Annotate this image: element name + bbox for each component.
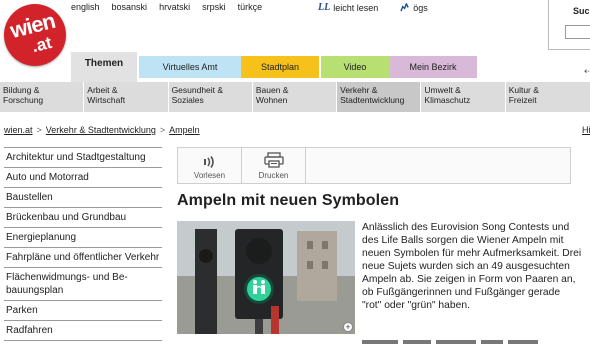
logo-text-at: .at [29, 32, 54, 57]
language-links: english bosanski hrvatski srpski türkçe [71, 2, 262, 12]
search-label: Such [573, 6, 590, 16]
category-label-line1: Kultur & [508, 85, 539, 95]
category-arbeit-wirtschaft[interactable]: Arbeit & Wirtschaft [84, 82, 169, 112]
breadcrumb-home[interactable]: wien.at [4, 125, 33, 135]
lang-english[interactable]: english [71, 2, 100, 12]
external-link-icon: ⇠ [584, 66, 590, 76]
category-label-line2: Soziales [171, 95, 204, 105]
tab-stadtplan[interactable]: Stadtplan [241, 56, 319, 78]
page-toolbar: Vorlesen Drucken [177, 147, 571, 184]
lang-srpski[interactable]: srpski [202, 2, 226, 12]
category-label-line1: Verkehr & [340, 85, 378, 95]
breadcrumb-separator: > [159, 125, 166, 135]
sign-language-icon [400, 3, 410, 12]
printer-icon [263, 152, 284, 168]
traffic-light-illustration [177, 221, 355, 334]
category-label-line1: Bildung & [3, 85, 40, 95]
print-label: Drucken [258, 171, 289, 180]
lang-hrvatski[interactable]: hrvatski [159, 2, 190, 12]
zoom-icon[interactable]: + [343, 322, 353, 332]
tab-mein-bezirk[interactable]: Mein Bezirk [389, 56, 477, 78]
category-nav: Bildung & Forschung Arbeit & Wirtschaft … [0, 82, 590, 112]
tab-virtuelles-amt[interactable]: Virtuelles Amt [139, 56, 241, 78]
speaker-icon [203, 156, 214, 168]
breadcrumb: wien.at > Verkehr & Stadtentwicklung > A… [4, 125, 200, 135]
sidebar-item-flaechenwidmung[interactable]: Flächenwidmungs- und Be-bauungsplan [4, 268, 162, 301]
lang-bosanski[interactable]: bosanski [112, 2, 148, 12]
category-label-line2: Freizeit [508, 95, 537, 105]
sign-language-link[interactable]: ögs [400, 3, 428, 13]
page-title: Ampeln mit neuen Symbolen [177, 192, 400, 209]
easy-read-link[interactable]: LL leicht lesen [318, 2, 378, 13]
tab-themen[interactable]: Themen [71, 52, 137, 82]
print-button[interactable]: Drucken [242, 148, 306, 183]
tab-video[interactable]: Video [321, 56, 389, 78]
sidebar-item-radfahren[interactable]: Radfahren [4, 321, 162, 341]
category-label-line2: Wohnen [255, 95, 288, 105]
category-bauen-wohnen[interactable]: Bauen & Wohnen [253, 82, 338, 112]
sidebar-item-parken[interactable]: Parken [4, 301, 162, 321]
lang-turkce[interactable]: türkçe [238, 2, 263, 12]
easy-read-label: leicht lesen [333, 2, 379, 13]
article-lead: Anlässlich des Eurovision Song Contests … [362, 222, 582, 311]
sidebar-item-baustellen[interactable]: Baustellen [4, 188, 162, 208]
read-aloud-button[interactable]: Vorlesen [178, 148, 242, 183]
sign-language-label: ögs [413, 2, 428, 13]
category-verkehr-stadtentwicklung[interactable]: Verkehr & Stadtentwicklung [337, 82, 422, 112]
search-panel: Such [548, 0, 590, 50]
category-label-line1: Arbeit & [87, 85, 118, 95]
category-gesundheit-soziales[interactable]: Gesundheit & Soziales [169, 82, 253, 112]
right-edge-link[interactable]: Hi [582, 125, 590, 135]
category-label-line1: Gesundheit & [171, 85, 224, 95]
sidebar-item-auto-motorrad[interactable]: Auto und Motorrad [4, 168, 162, 188]
sidebar-item-architektur[interactable]: Architektur und Stadtgestaltung [4, 147, 162, 168]
article-next-paragraph-cut [362, 340, 582, 345]
category-umwelt-klimaschutz[interactable]: Umwelt & Klimaschutz [421, 82, 506, 112]
read-aloud-label: Vorlesen [193, 171, 226, 180]
sidebar-nav: Architektur und Stadtgestaltung Auto und… [4, 147, 162, 341]
sidebar-item-brueckenbau[interactable]: Brückenbau und Grundbau [4, 208, 162, 228]
category-label-line2: Klimaschutz [424, 95, 471, 105]
easy-read-icon: LL [318, 2, 331, 13]
breadcrumb-ampeln[interactable]: Ampeln [169, 125, 200, 135]
sidebar-item-energieplanung[interactable]: Energieplanung [4, 228, 162, 248]
breadcrumb-verkehr[interactable]: Verkehr & Stadtentwicklung [46, 125, 156, 135]
sidebar-item-fahrplaene[interactable]: Fahrpläne und öffentlicher Verkehr [4, 248, 162, 268]
search-input[interactable] [565, 25, 590, 39]
category-bildung-forschung[interactable]: Bildung & Forschung [0, 82, 85, 112]
breadcrumb-separator: > [36, 125, 42, 135]
category-label-line2: Stadtentwicklung [340, 95, 405, 105]
article-photo[interactable]: + [177, 221, 355, 334]
category-label-line1: Bauen & [255, 85, 289, 95]
category-label-line1: Umwelt & [424, 85, 461, 95]
accessibility-tools: LL leicht lesen ögs [318, 2, 428, 13]
category-label-line2: Wirtschaft [87, 95, 126, 105]
category-label-line2: Forschung [3, 95, 44, 105]
wien-at-logo[interactable]: wien .at [4, 4, 66, 66]
category-kultur-freizeit[interactable]: Kultur & Freizeit [506, 82, 590, 112]
